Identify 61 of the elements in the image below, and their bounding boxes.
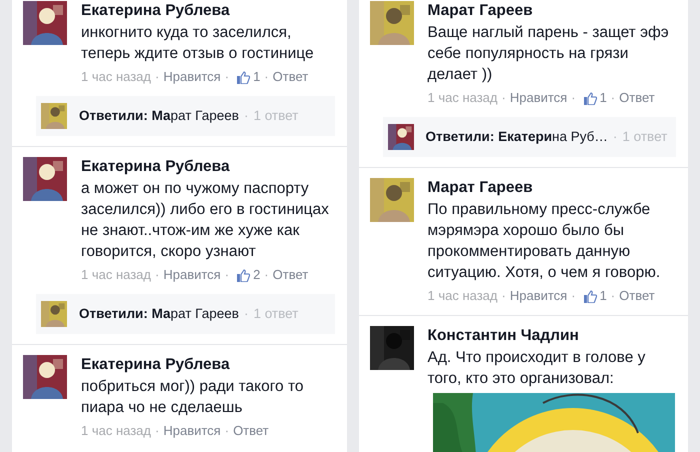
like-count: 1: [253, 68, 260, 86]
comment-text: Ваще наглый парень - защет эфэ себе популярность на грязи делает )): [428, 23, 670, 85]
like-count: 1: [600, 287, 607, 305]
comment-action-link[interactable]: Нравится: [510, 89, 568, 107]
thumbs-up-icon: [236, 268, 250, 282]
comment-action-link[interactable]: Нравится: [163, 422, 221, 440]
timestamp: 1 час назад: [428, 89, 498, 107]
comment-action-link[interactable]: Нравится: [510, 287, 568, 305]
thumbs-up-icon: [582, 290, 597, 302]
separator-dot: ·: [224, 68, 230, 86]
separator-dot: ·: [264, 68, 269, 86]
like-count: 2: [253, 266, 260, 284]
like-count: 1: [600, 89, 607, 107]
separator-dot: ·: [224, 422, 230, 440]
comment-action-link[interactable]: Ответ: [272, 68, 308, 86]
reply-count: 1 ответ: [622, 128, 668, 146]
thumbs-up-icon: [236, 70, 250, 84]
separator-dot: ·: [264, 266, 269, 284]
separator-dot: ·: [155, 422, 160, 440]
separator-dot: ·: [571, 89, 576, 107]
timestamp: 1 час назад: [81, 422, 151, 440]
comment-action-link[interactable]: Ответ: [619, 89, 655, 107]
comment-action-link[interactable]: Нравится: [163, 266, 221, 284]
separator-dot: ·: [244, 106, 248, 125]
author-name[interactable]: Константин Чадлин: [428, 326, 680, 346]
separator-dot: ·: [224, 266, 230, 284]
comment-text: инкогнито куда то заселился, теперь ждите отзыв о гостинице: [81, 23, 315, 64]
separator-dot: ·: [502, 89, 506, 107]
timestamp: 1 час назад: [81, 266, 151, 284]
comment-text: побриться мог)) ради такого то пиара чо не сделаешь: [81, 377, 305, 418]
author-name[interactable]: Марат Гареев: [428, 1, 680, 21]
separator-dot: ·: [610, 287, 616, 305]
reply-count: 1 ответ: [253, 106, 298, 125]
author-name[interactable]: Екатерина Рублева: [81, 355, 338, 375]
author-name[interactable]: Екатерина Рублева: [81, 157, 338, 177]
replies-bar[interactable]: Ответили: Екатерина Руб… · 1 ответ: [382, 117, 676, 157]
timestamp: 1 час назад: [428, 287, 498, 305]
author-name[interactable]: Марат Гареев: [428, 178, 680, 198]
replied-by-text: Ответили: Екатерина Руб…: [426, 128, 608, 146]
comment-action-link[interactable]: Ответ: [272, 266, 308, 284]
comment-text: а может он по чужому паспорту заселился)) либо его в гостиницах не знают..чтож-им же хуже как говорится, скоро узнают: [81, 179, 330, 262]
separator-dot: ·: [155, 266, 160, 284]
replies-bar[interactable]: Ответили: Марат Гареев · 1 ответ: [36, 96, 334, 136]
comment-action-link[interactable]: Ответ: [619, 287, 655, 305]
reply-count: 1 ответ: [253, 304, 298, 323]
separator-dot: ·: [155, 68, 160, 86]
separator-dot: ·: [502, 287, 506, 305]
timestamp: 1 час назад: [81, 68, 151, 86]
separator-dot: ·: [571, 287, 576, 305]
comment-text: По правильному пресс-службе мэрямэра хорошо было бы прокомментировать данную ситуацию. Хотя, о чем я говорю.: [428, 200, 662, 283]
replied-by-text: Ответили: Марат Гареев: [79, 106, 239, 125]
comment-action-link[interactable]: Нравится: [163, 68, 221, 86]
replied-by-text: Ответили: Марат Гареев: [79, 304, 239, 323]
separator-dot: ·: [244, 304, 248, 323]
comment-action-link[interactable]: Ответ: [233, 422, 269, 440]
separator-dot: ·: [610, 89, 616, 107]
separator-dot: ·: [612, 128, 618, 146]
author-name[interactable]: Екатерина Рублева: [81, 1, 338, 21]
comment-text: Ад. Что происходит в голове у того, кто это организовал:: [428, 348, 646, 389]
thumbs-up-icon: [582, 92, 597, 104]
replies-bar[interactable]: Ответили: Марат Гареев · 1 ответ: [36, 294, 334, 334]
